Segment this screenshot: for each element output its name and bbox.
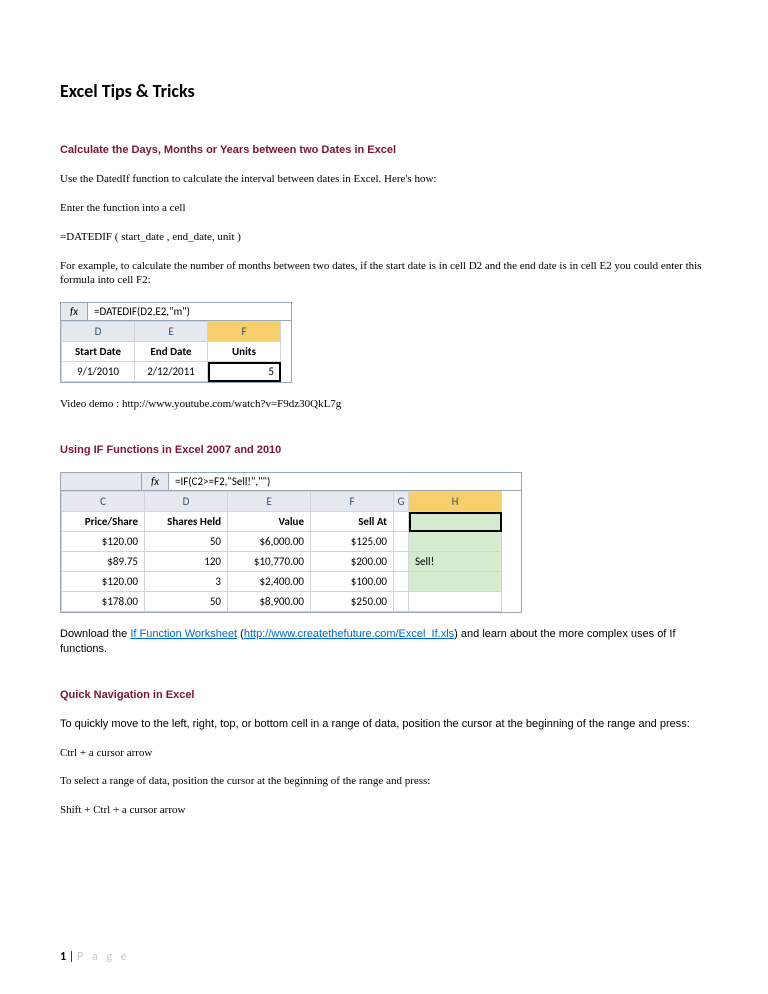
paragraph: For example, to calculate the number of … [60, 259, 708, 289]
formula-bar: fx =IF(C2>=F2,"Sell!","") [61, 473, 521, 491]
column-header-F: F [311, 492, 394, 512]
cell-value: $8,900.00 [228, 592, 311, 612]
page-title: Excel Tips & Tricks [60, 80, 708, 102]
cell-empty [394, 592, 409, 612]
cell-h-row1-selected [409, 512, 502, 532]
column-header-C: C [62, 492, 145, 512]
fx-label: fx [61, 303, 88, 320]
cell-empty [394, 532, 409, 552]
cell-enddate-value: 2/12/2011 [135, 362, 208, 382]
paragraph: To select a range of data, position the … [60, 774, 708, 789]
cell-shares: 3 [145, 572, 228, 592]
cell-shares: 50 [145, 532, 228, 552]
cell-startdate-value: 9/1/2010 [62, 362, 135, 382]
cell-h-row4 [409, 572, 502, 592]
formula-text: =DATEDIF(D2,E2,"m") [88, 303, 291, 320]
cell-value: $10,770.00 [228, 552, 311, 572]
document-page: Excel Tips & Tricks Calculate the Days, … [0, 0, 768, 994]
formula-text: =IF(C2>=F2,"Sell!","") [169, 473, 521, 490]
excel-screenshot-if: fx =IF(C2>=F2,"Sell!","") C D E F G H Pr… [60, 472, 522, 613]
section-heading-quicknav: Quick Navigation in Excel [60, 689, 708, 701]
fx-label: fx [142, 473, 169, 490]
text: ( [237, 628, 244, 640]
cell-price: $89.75 [62, 552, 145, 572]
cell-shares: 50 [145, 592, 228, 612]
cell-header-price: Price/Share [62, 512, 145, 532]
cell-header-enddate: End Date [135, 342, 208, 362]
paragraph: Enter the function into a cell [60, 201, 708, 216]
excel-grid: D E F Start Date End Date Units 9/1/2010… [61, 321, 281, 382]
paragraph-formula: =DATEDIF ( start_date , end_date, unit ) [60, 230, 708, 245]
link-if-worksheet-url[interactable]: http://www.createthefuture.com/Excel_If.… [244, 628, 454, 640]
cell-sellat: $250.00 [311, 592, 394, 612]
cell-sellat: $125.00 [311, 532, 394, 552]
column-header-D: D [145, 492, 228, 512]
cell-value: $2,400.00 [228, 572, 311, 592]
cell-price: $178.00 [62, 592, 145, 612]
cell-shares: 120 [145, 552, 228, 572]
section-heading-if: Using IF Functions in Excel 2007 and 201… [60, 444, 708, 456]
column-header-E: E [135, 322, 208, 342]
cell-h-row3: Sell! [409, 552, 502, 572]
page-footer: 1 | P a g e [60, 950, 130, 964]
paragraph-shortcut: Shift + Ctrl + a cursor arrow [60, 803, 708, 818]
cell-empty [394, 552, 409, 572]
cell-h-row2 [409, 532, 502, 552]
cell-header-sellat: Sell At [311, 512, 394, 532]
column-header-E: E [228, 492, 311, 512]
text: ) [454, 628, 461, 640]
cell-header-units: Units [208, 342, 281, 362]
text: Download the [60, 628, 130, 640]
cell-price: $120.00 [62, 572, 145, 592]
footer-page-label: P a g e [77, 950, 130, 964]
cell-header-value: Value [228, 512, 311, 532]
cell-empty [394, 572, 409, 592]
footer-separator: | [66, 950, 77, 964]
cell-value: $6,000.00 [228, 532, 311, 552]
cell-header-startdate: Start Date [62, 342, 135, 362]
cell-empty [394, 512, 409, 532]
link-if-worksheet[interactable]: If Function Worksheet [130, 628, 237, 640]
cell-sellat: $100.00 [311, 572, 394, 592]
cell-empty [409, 592, 502, 612]
excel-grid: C D E F G H Price/Share Shares Held Valu… [61, 491, 502, 612]
column-header-F-selected: F [208, 322, 281, 342]
excel-screenshot-datedif: fx =DATEDIF(D2,E2,"m") D E F Start Date … [60, 302, 292, 383]
paragraph-download: Download the If Function Worksheet (http… [60, 627, 708, 657]
paragraph-shortcut: Ctrl + a cursor arrow [60, 746, 708, 761]
paragraph-video-link: Video demo : http://www.youtube.com/watc… [60, 397, 708, 412]
column-header-D: D [62, 322, 135, 342]
section-heading-datedif: Calculate the Days, Months or Years betw… [60, 144, 708, 156]
cell-price: $120.00 [62, 532, 145, 552]
paragraph: To quickly move to the left, right, top,… [60, 717, 708, 732]
column-header-G: G [394, 492, 409, 512]
cell-result-selected: 5 [208, 362, 281, 382]
cell-sellat: $200.00 [311, 552, 394, 572]
formula-bar: fx =DATEDIF(D2,E2,"m") [61, 303, 291, 321]
cell-header-shares: Shares Held [145, 512, 228, 532]
paragraph: Use the DatedIf function to calculate th… [60, 172, 708, 187]
column-header-H-selected: H [409, 492, 502, 512]
